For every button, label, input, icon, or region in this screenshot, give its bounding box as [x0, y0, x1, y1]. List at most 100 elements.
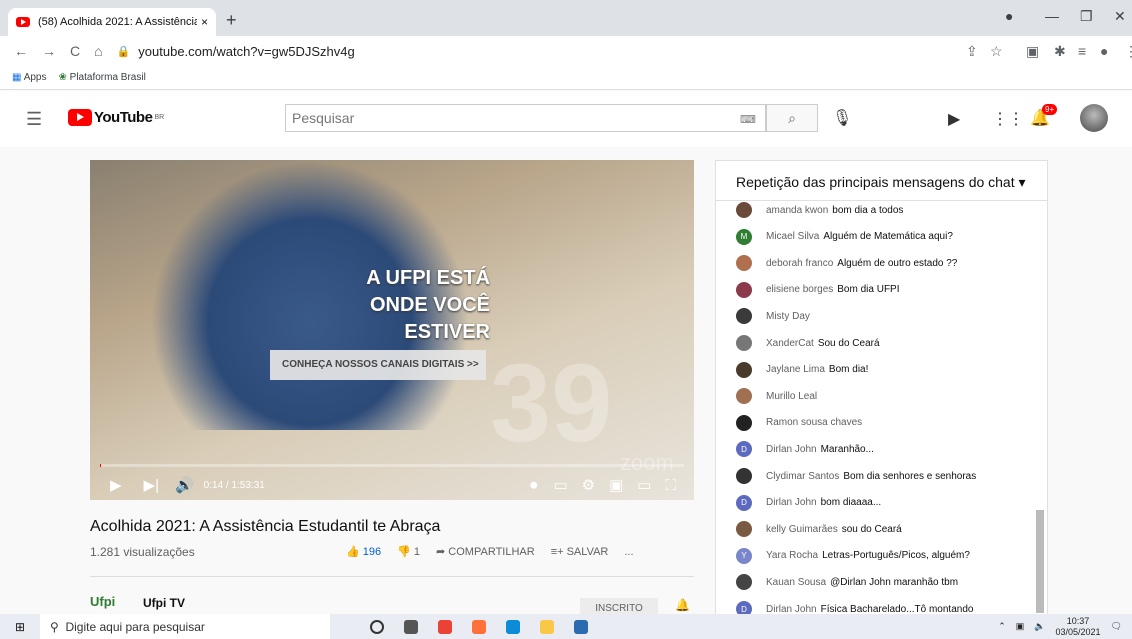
save-button[interactable]: ≡+ SALVAR — [551, 546, 609, 558]
video-progress-bar[interactable] — [100, 464, 684, 467]
extensions-puzzle-icon[interactable]: ✱ — [1054, 43, 1066, 60]
chat-avatar[interactable] — [736, 308, 752, 325]
task-view-icon[interactable] — [404, 619, 418, 634]
chat-avatar[interactable] — [736, 255, 752, 272]
search-input[interactable]: Pesquisar — [285, 104, 766, 132]
create-video-icon[interactable]: ▶ — [948, 109, 960, 129]
notifications-icon[interactable]: 🗨 — [1111, 621, 1122, 632]
chrome-icon[interactable] — [438, 619, 452, 634]
maximize-icon[interactable]: ❐ — [1080, 8, 1093, 25]
back-icon[interactable]: ← — [14, 43, 28, 59]
theater-mode-icon[interactable]: ▭ — [637, 476, 651, 494]
miniplayer-icon[interactable]: ▣ — [609, 476, 623, 494]
apps-grid-icon[interactable]: ⋮⋮ — [992, 109, 1024, 129]
chat-scrollbar[interactable] — [1036, 510, 1044, 613]
address-field[interactable]: 🔒 youtube.com/watch?v=gw5DJSzhv4g — [117, 44, 355, 59]
tray-arrow-icon[interactable]: ⌃ — [998, 621, 1006, 632]
browser-tab[interactable]: (58) Acolhida 2021: A Assistência × — [8, 8, 216, 36]
hamburger-menu-icon[interactable]: ☰ — [26, 109, 42, 130]
chat-author[interactable]: Kauan Sousa — [766, 577, 826, 588]
chat-author[interactable]: Dirlan John — [766, 604, 817, 615]
playlist-add-icon: ≡+ — [550, 545, 564, 558]
chat-avatar[interactable] — [736, 574, 752, 591]
chat-avatar[interactable]: Y — [736, 547, 752, 564]
search-button[interactable]: ⌕ — [766, 104, 818, 132]
volume-icon[interactable]: 🔈 — [1034, 621, 1045, 632]
chat-text: Alguém de Matemática aqui? — [823, 231, 953, 243]
chat-avatar[interactable] — [736, 281, 752, 298]
chat-author[interactable]: Clydimar Santos — [766, 471, 839, 482]
subtitles-icon[interactable]: ▭ — [553, 476, 567, 494]
tab-close-button[interactable]: × — [201, 15, 208, 29]
translate-icon[interactable]: ⇪ — [966, 43, 978, 60]
bookmark-star-icon[interactable]: ☆ — [990, 43, 1003, 60]
like-button[interactable]: 👍 196 — [346, 545, 381, 558]
forward-icon[interactable]: → — [42, 43, 56, 59]
extension-icon[interactable]: ▣ — [1026, 43, 1039, 60]
chat-avatar[interactable] — [736, 521, 752, 538]
chat-avatar[interactable] — [736, 414, 752, 431]
chat-author[interactable]: Micael Silva — [766, 231, 819, 242]
video-player[interactable]: 39 A UFPI ESTÁ ONDE VOCÊ ESTIVER CONHEÇA… — [90, 160, 694, 500]
share-button[interactable]: ➦ COMPARTILHAR — [436, 545, 535, 558]
cortana-icon[interactable] — [370, 619, 384, 634]
chat-avatar[interactable]: D — [736, 441, 752, 458]
avatar[interactable] — [1080, 104, 1108, 132]
taskbar-search-input[interactable]: ⚲ Digite aqui para pesquisar — [40, 614, 330, 639]
chat-avatar[interactable] — [736, 388, 752, 405]
chat-avatar[interactable]: D — [736, 494, 752, 511]
close-window-icon[interactable]: ✕ — [1114, 8, 1126, 25]
chat-author[interactable]: elisiene borges — [766, 284, 833, 295]
windows-start-icon[interactable]: ⊞ — [0, 620, 40, 634]
channel-name[interactable]: Ufpi TV — [143, 596, 185, 610]
autoplay-toggle-icon[interactable]: ⏺ — [530, 477, 538, 494]
account-avatar-icon[interactable]: ● — [1100, 43, 1108, 59]
chat-avatar[interactable] — [736, 335, 752, 351]
home-icon[interactable]: ⌂ — [94, 43, 102, 59]
network-icon[interactable]: ▣ — [1016, 621, 1025, 632]
chat-author[interactable]: Murillo Leal — [766, 391, 817, 402]
edge-icon[interactable] — [506, 619, 520, 634]
more-actions-button[interactable]: ... — [624, 546, 633, 558]
word-icon[interactable] — [574, 619, 588, 634]
channel-logo[interactable]: Ufpi — [90, 594, 115, 609]
bookmark-plataforma-brasil[interactable]: ❀ Plataforma Brasil — [58, 72, 145, 83]
settings-gear-icon[interactable]: ⚙ — [582, 476, 595, 494]
file-explorer-icon[interactable] — [540, 619, 554, 634]
menu-kebab-icon[interactable]: ⋮ — [1124, 43, 1132, 60]
chat-author[interactable]: Dirlan John — [766, 444, 817, 455]
chat-author[interactable]: Misty Day — [766, 311, 810, 322]
youtube-logo[interactable]: YouTube BR — [68, 109, 164, 126]
chat-author[interactable]: Jaylane Lima — [766, 364, 825, 375]
chat-author[interactable]: kelly Guimarães — [766, 524, 838, 535]
chat-author[interactable]: Yara Rocha — [766, 550, 818, 561]
microphone-icon[interactable]: 🎙 — [832, 108, 852, 128]
play-icon[interactable]: ▶ — [110, 476, 122, 494]
chat-avatar[interactable] — [736, 202, 752, 218]
chat-avatar[interactable]: M — [736, 228, 752, 245]
channel-bell-icon[interactable]: 🔔 — [675, 598, 690, 612]
chat-author[interactable]: deborah franco — [766, 258, 833, 269]
chat-author[interactable]: XanderCat — [766, 338, 814, 349]
fullscreen-icon[interactable]: ⛶ — [665, 477, 676, 494]
taskbar-clock[interactable]: 10:37 03/05/2021 — [1056, 616, 1101, 638]
chat-author[interactable]: Ramon sousa chaves — [766, 417, 862, 428]
dislike-button[interactable]: 👎 1 — [397, 545, 420, 558]
url-text: youtube.com/watch?v=gw5DJSzhv4g — [138, 43, 355, 59]
live-chat-panel: Repetição das principais mensagens do ch… — [715, 160, 1048, 617]
bookmark-apps[interactable]: ▦ Apps — [12, 72, 46, 83]
firefox-icon[interactable] — [472, 619, 486, 634]
chat-author[interactable]: amanda kwon — [766, 205, 828, 216]
new-tab-button[interactable]: + — [226, 10, 237, 31]
chat-avatar[interactable] — [736, 361, 752, 378]
next-icon[interactable]: ▶| — [144, 476, 159, 494]
keyboard-icon[interactable]: ⌨ — [740, 113, 756, 126]
reload-icon[interactable]: C — [70, 43, 80, 59]
volume-icon[interactable]: 🔊 — [175, 476, 194, 494]
reading-list-icon[interactable]: ≡ — [1078, 43, 1086, 59]
minimize-icon[interactable]: — — [1045, 8, 1059, 24]
profile-icon[interactable]: ● — [1005, 8, 1013, 24]
chat-author[interactable]: Dirlan John — [766, 497, 817, 508]
chat-avatar[interactable] — [736, 468, 752, 484]
chat-header-dropdown[interactable]: Repetição das principais mensagens do ch… — [716, 161, 1047, 201]
